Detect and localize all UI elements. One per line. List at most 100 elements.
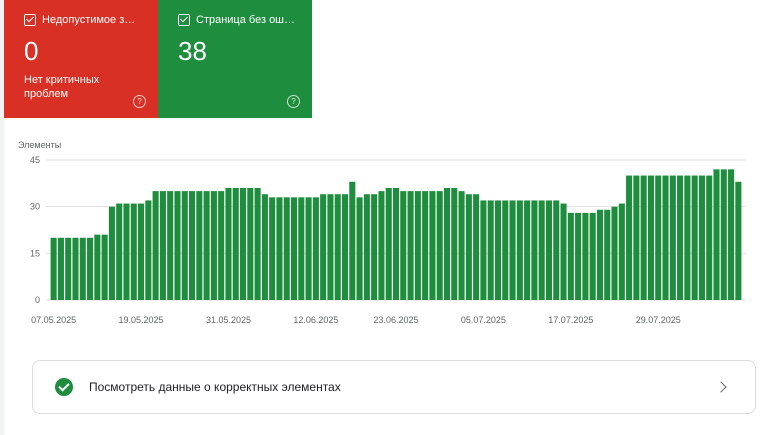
bar[interactable] (728, 169, 735, 300)
help-icon[interactable]: ? (287, 95, 300, 108)
bar[interactable] (239, 188, 247, 300)
bar[interactable] (662, 175, 669, 300)
bar[interactable] (138, 203, 145, 300)
bar[interactable] (101, 234, 108, 300)
bar[interactable] (480, 200, 487, 300)
bar[interactable] (79, 237, 86, 300)
bar[interactable] (392, 188, 400, 300)
bar[interactable] (524, 200, 531, 300)
bar[interactable] (145, 200, 152, 300)
bar[interactable] (261, 194, 268, 300)
bar[interactable] (152, 191, 159, 300)
bar[interactable] (509, 200, 516, 300)
bar[interactable] (363, 194, 370, 300)
bar[interactable] (633, 175, 640, 300)
bar[interactable] (87, 237, 94, 300)
bar[interactable] (589, 212, 596, 300)
bar[interactable] (276, 197, 283, 300)
bar[interactable] (604, 209, 611, 300)
bar[interactable] (502, 200, 509, 300)
bar[interactable] (713, 169, 720, 300)
bar[interactable] (57, 237, 64, 300)
bar[interactable] (436, 191, 443, 300)
bar[interactable] (356, 197, 363, 300)
bar[interactable] (247, 188, 254, 300)
bar[interactable] (196, 191, 203, 300)
bar[interactable] (735, 181, 742, 300)
bar[interactable] (108, 206, 115, 300)
bar[interactable] (458, 191, 465, 300)
bar[interactable] (640, 175, 647, 300)
bar[interactable] (575, 212, 582, 300)
view-valid-items-link[interactable]: Посмотреть данные о корректных элементах (32, 360, 756, 414)
valid-items-card[interactable]: Страница без ош… 38 ? (158, 0, 312, 118)
bar[interactable] (167, 191, 174, 300)
bar[interactable] (596, 209, 603, 300)
bar[interactable] (677, 175, 684, 300)
bar[interactable] (706, 175, 713, 300)
bar[interactable] (65, 237, 72, 300)
bar[interactable] (94, 234, 101, 300)
bar[interactable] (545, 200, 553, 300)
help-icon[interactable]: ? (133, 95, 146, 108)
bar[interactable] (72, 237, 79, 300)
bar[interactable] (669, 175, 676, 300)
bar[interactable] (582, 212, 589, 300)
bar[interactable] (698, 175, 705, 300)
bar[interactable] (349, 181, 356, 300)
bar[interactable] (174, 191, 181, 300)
bar[interactable] (210, 191, 217, 300)
bar[interactable] (531, 200, 538, 300)
bar[interactable] (429, 191, 436, 300)
bar[interactable] (254, 188, 261, 300)
bar[interactable] (305, 197, 312, 300)
bar[interactable] (473, 194, 480, 300)
bar[interactable] (443, 188, 451, 300)
bar[interactable] (312, 197, 319, 300)
bar[interactable] (720, 169, 727, 300)
bar[interactable] (116, 203, 123, 300)
bar[interactable] (203, 191, 210, 300)
bar[interactable] (618, 203, 625, 300)
bar[interactable] (538, 200, 545, 300)
bar[interactable] (414, 191, 421, 300)
bar[interactable] (407, 191, 414, 300)
bar[interactable] (691, 175, 698, 300)
bar[interactable] (516, 200, 523, 300)
bar[interactable] (487, 200, 494, 300)
bar[interactable] (283, 197, 290, 300)
bar[interactable] (655, 175, 662, 300)
invalid-items-card[interactable]: Недопустимое з… 0 Нет критичных проблем … (4, 0, 158, 118)
bar[interactable] (567, 212, 574, 300)
bar[interactable] (218, 191, 225, 300)
bar[interactable] (422, 191, 429, 300)
bar[interactable] (494, 200, 502, 300)
bar[interactable] (327, 194, 334, 300)
bar[interactable] (189, 191, 196, 300)
bar[interactable] (560, 203, 567, 300)
bar[interactable] (334, 194, 341, 300)
bar[interactable] (451, 188, 458, 300)
bar[interactable] (50, 237, 57, 300)
bar[interactable] (123, 203, 130, 300)
bar[interactable] (400, 191, 407, 300)
bar[interactable] (626, 175, 633, 300)
bar[interactable] (130, 203, 137, 300)
bar[interactable] (232, 188, 239, 300)
bar[interactable] (385, 188, 392, 300)
bar[interactable] (553, 200, 560, 300)
bar[interactable] (611, 206, 618, 300)
bar[interactable] (320, 194, 327, 300)
bar[interactable] (378, 191, 385, 300)
bar[interactable] (298, 197, 305, 300)
bar[interactable] (159, 191, 166, 300)
bar[interactable] (181, 191, 188, 300)
checkbox-icon[interactable] (178, 14, 190, 26)
bar[interactable] (290, 197, 298, 300)
bar[interactable] (371, 194, 378, 300)
bar[interactable] (465, 194, 472, 300)
checkbox-icon[interactable] (24, 14, 36, 26)
bar[interactable] (225, 188, 232, 300)
bar[interactable] (684, 175, 691, 300)
bar[interactable] (647, 175, 654, 300)
